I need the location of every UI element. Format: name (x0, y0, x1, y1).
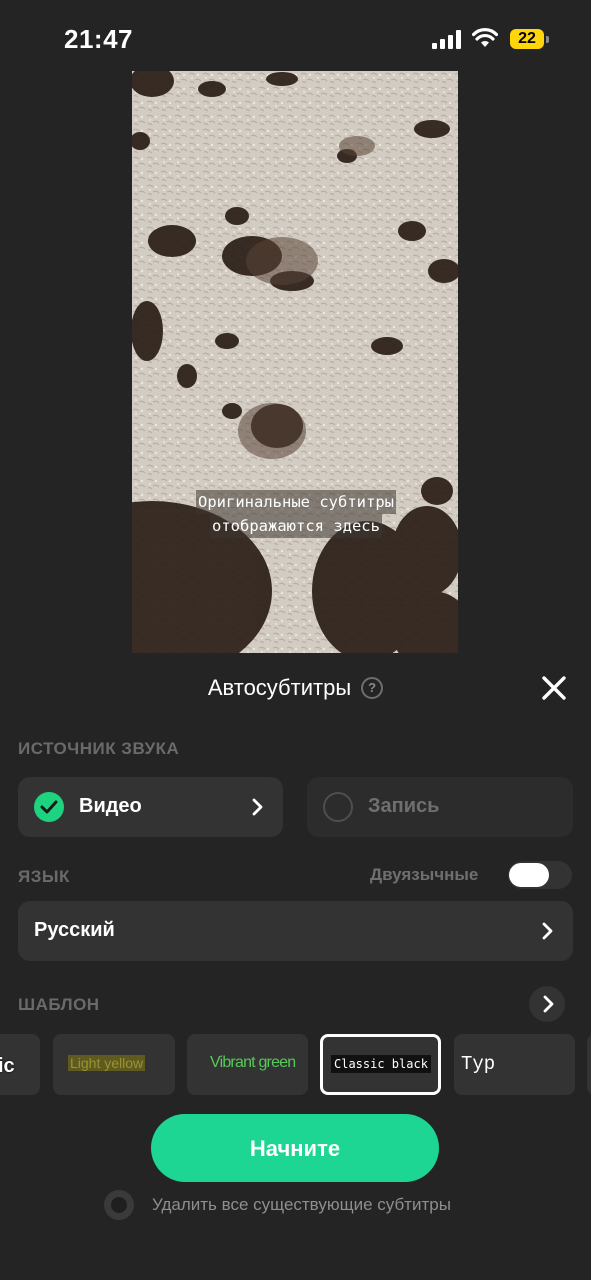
template-label: Light yellow (68, 1055, 146, 1071)
subtitle-preview: Оригинальные субтитры отображаются здесь (185, 490, 407, 538)
start-button[interactable]: Начните (151, 1114, 439, 1182)
source-option-record[interactable]: Запись (307, 777, 573, 837)
radio-unselected-icon (323, 792, 353, 822)
source-option-video[interactable]: Видео (18, 777, 283, 837)
template-light-yellow[interactable]: Light yellow (53, 1034, 175, 1095)
toggle-knob (509, 863, 549, 887)
template-label: Typ (461, 1053, 496, 1075)
video-preview[interactable]: Оригинальные субтитры отображаются здесь (132, 71, 458, 653)
template-typewriter[interactable]: Typ (454, 1034, 575, 1095)
templates-more-button[interactable] (529, 986, 565, 1022)
subtitle-line-1: Оригинальные субтитры (196, 490, 396, 514)
template-vibrant-green[interactable]: Vibrant green (187, 1034, 308, 1095)
remove-existing-label[interactable]: Удалить все существующие субтитры (152, 1195, 451, 1215)
battery-indicator: 22 (510, 29, 550, 51)
help-icon[interactable]: ? (361, 677, 384, 700)
template-partial-left[interactable]: ic (0, 1034, 40, 1095)
check-icon (34, 792, 64, 822)
source-option-label: Запись (368, 795, 440, 817)
close-icon[interactable] (540, 674, 568, 702)
source-option-label: Видео (79, 795, 142, 817)
battery-level: 22 (518, 30, 536, 47)
sheet-title: Автосубтитры (207, 675, 352, 701)
sound-source-label: ИСТОЧНИК ЗВУКА (18, 739, 180, 758)
subtitle-line-2: отображаются здесь (210, 514, 382, 538)
language-label: ЯЗЫК (18, 867, 70, 886)
bilingual-toggle[interactable] (508, 861, 572, 889)
template-partial-right[interactable] (587, 1034, 591, 1095)
status-bar: 21:47 22 (0, 0, 591, 70)
video-frame-image (132, 71, 458, 653)
template-label: ic (0, 1055, 15, 1077)
start-button-label: Начните (249, 1136, 341, 1161)
wifi-icon (472, 28, 498, 47)
sheet-header: Автосубтитры? (0, 674, 591, 701)
template-classic-black[interactable]: Classic black (320, 1034, 441, 1095)
chevron-right-icon (252, 798, 263, 816)
chevron-right-icon (543, 995, 554, 1013)
template-label: ШАБЛОН (18, 995, 100, 1014)
status-time: 21:47 (64, 24, 133, 54)
template-label: Classic black (331, 1055, 431, 1073)
bilingual-label: Двуязычные (370, 865, 479, 884)
cellular-signal-icon (432, 30, 461, 49)
battery-nub (546, 36, 549, 43)
radio-inner (111, 1197, 127, 1213)
language-selector[interactable]: Русский (18, 901, 573, 961)
template-label: Vibrant green (210, 1054, 296, 1071)
remove-existing-radio[interactable] (104, 1190, 134, 1220)
language-value: Русский (34, 919, 115, 941)
chevron-right-icon (542, 922, 553, 940)
